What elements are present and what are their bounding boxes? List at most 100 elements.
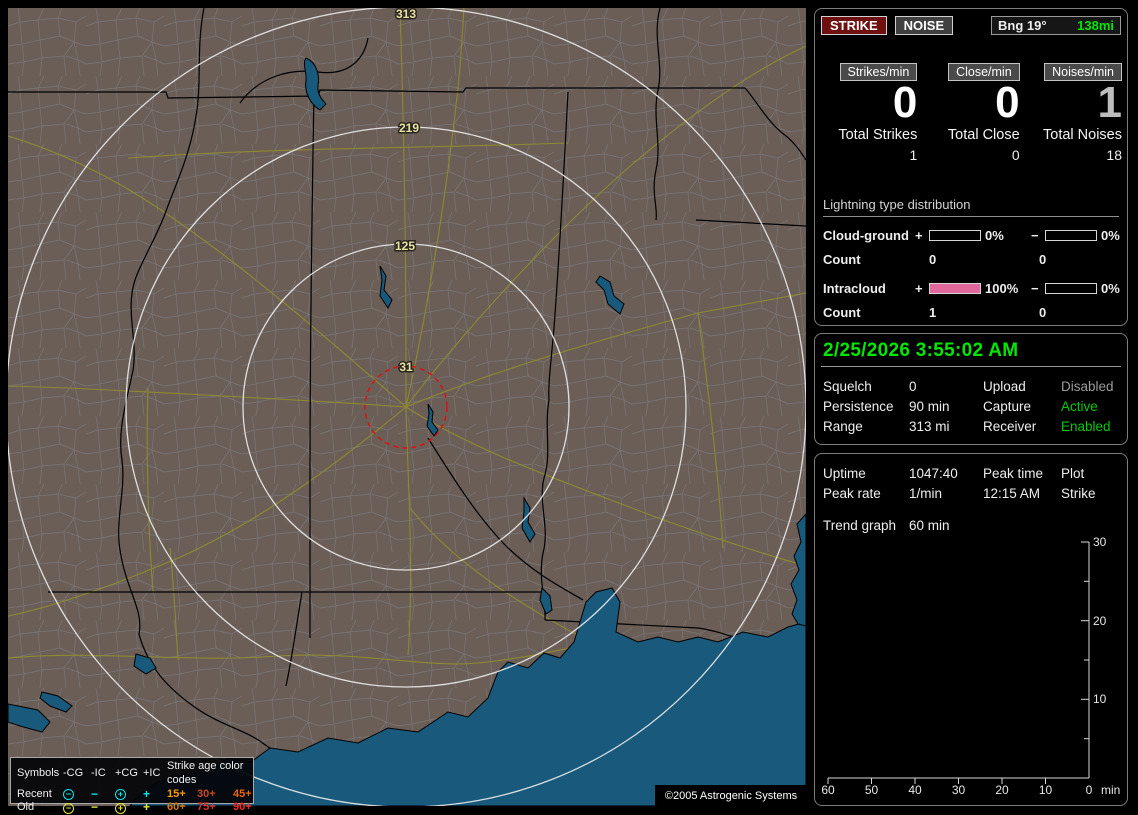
- ring-label-125: 125: [395, 239, 415, 253]
- legend-neg-cg-header: -CG: [63, 766, 84, 779]
- cg-plus-count: 0: [929, 251, 937, 267]
- stormvue-app: { "colors": { "accent_green": "#00e800",…: [0, 0, 1138, 814]
- old-neg-cg-icon: −: [63, 802, 91, 814]
- cloud-ground-label: Cloud-ground: [823, 228, 909, 243]
- strikes-counter: Strikes/min 0 Total Strikes 1: [815, 63, 918, 163]
- legend-recent-row: Recent − − + + 15+ 30+ 45+: [17, 786, 252, 802]
- x-tick-10: 10: [1039, 783, 1053, 797]
- minus-sign: −: [1031, 228, 1039, 243]
- count-label: Count: [823, 251, 861, 267]
- persistence-label: Persistence: [823, 398, 894, 414]
- close-per-min-value: 0: [995, 78, 1020, 127]
- receiver-status: Enabled: [1061, 418, 1111, 434]
- intracloud-count-row: Count 1 0: [823, 300, 1119, 324]
- cloud-ground-row: Cloud-ground + 0% − 0%: [823, 224, 1120, 247]
- datetime-display: 2/25/2026 3:55:02 AM: [823, 340, 1019, 361]
- trend-graph-label: Trend graph: [823, 517, 897, 533]
- total-close-label: Total Close: [947, 127, 1020, 143]
- cg-minus-percent: 0%: [1101, 228, 1120, 243]
- plus-sign: +: [915, 228, 923, 243]
- persistence-value: 90 min: [909, 398, 950, 414]
- map-canvas: 313 219 125 31: [8, 8, 806, 806]
- ic-minus-count: 0: [1039, 304, 1047, 320]
- recent-pos-cg-icon: +: [115, 788, 143, 800]
- uptime-value: 1047:40: [909, 465, 958, 481]
- uptime-label: Uptime: [823, 465, 866, 481]
- range-row: Range 313 mi Receiver Enabled: [823, 416, 1119, 436]
- legend-recent-label: Recent: [17, 787, 52, 800]
- old-pos-cg-icon: +: [115, 802, 143, 814]
- legend-old-label: Old: [17, 801, 35, 814]
- intracloud-label: Intracloud: [823, 281, 886, 296]
- trend-graph-value: 60 min: [909, 517, 950, 533]
- distribution-title: Lightning type distribution: [823, 197, 1119, 217]
- lightning-type-distribution: Lightning type distribution Cloud-ground…: [815, 197, 1127, 324]
- ring-label-313: 313: [396, 8, 416, 21]
- age-60: 60+: [167, 801, 186, 814]
- y-tick-10: 10: [1093, 692, 1107, 706]
- bearing-value: Bng 19°: [998, 18, 1047, 33]
- intracloud-row: Intracloud + 100% − 0%: [823, 277, 1120, 300]
- x-axis-unit: min: [1101, 783, 1120, 797]
- x-tick-40: 40: [908, 783, 922, 797]
- strikes-per-min-value: 0: [892, 78, 918, 127]
- counters-panel: STRIKE NOISE Bng 19° 138mi Strikes/min 0…: [814, 8, 1128, 326]
- recent-pos-ic-icon: +: [143, 786, 151, 801]
- legend-symbols-header: Symbols: [17, 766, 60, 779]
- peak-rate-value: 1/min: [909, 485, 943, 501]
- cg-plus-percent: 0%: [985, 228, 1004, 243]
- strike-trend-chart: 30 20 10 60 50 40 30 20 10 0 min: [821, 535, 1120, 797]
- lightning-map: 313 219 125 31 Symbols -CG -IC +CG +IC S…: [8, 8, 807, 814]
- y-tick-20: 20: [1093, 614, 1107, 628]
- rate-counters: Strikes/min 0 Total Strikes 1 Close/min …: [815, 63, 1127, 163]
- range-value: 313 mi: [909, 418, 950, 434]
- peak-time-value: 12:15 AM: [983, 485, 1041, 501]
- x-tick-60: 60: [821, 783, 835, 797]
- old-neg-ic-icon: −: [91, 800, 99, 815]
- noises-per-min-value: 1: [1097, 78, 1122, 127]
- cloud-ground-count-row: Count 0 0: [823, 247, 1119, 271]
- ring-label-219: 219: [399, 121, 419, 135]
- range-label: Range: [823, 418, 863, 434]
- status-panel: 2/25/2026 3:55:02 AM Squelch 0 Upload Di…: [814, 333, 1128, 445]
- age-15: 15+: [167, 787, 186, 800]
- legend-pos-cg-header: +CG: [115, 766, 138, 779]
- ic-minus-bar: [1045, 283, 1097, 294]
- age-30: 30+: [197, 787, 216, 800]
- distance-value: 138mi: [1077, 18, 1114, 33]
- plot-label: Plot: [1061, 465, 1085, 481]
- ic-plus-count: 1: [929, 304, 937, 320]
- trend-panel: Uptime 1047:40 Peak time Plot Peak rate …: [814, 453, 1128, 806]
- total-strikes-value: 1: [909, 147, 918, 163]
- x-tick-20: 20: [995, 783, 1009, 797]
- squelch-value: 0: [909, 378, 917, 394]
- map-legend: Symbols -CG -IC +CG +IC Strike age color…: [10, 757, 254, 814]
- noise-mode-button[interactable]: NOISE: [894, 16, 954, 35]
- squelch-row: Squelch 0 Upload Disabled: [823, 376, 1119, 396]
- ic-plus-bar: [929, 283, 981, 294]
- legend-pos-ic-header: +IC: [143, 766, 161, 779]
- age-75: 75+: [197, 801, 216, 814]
- ic-minus-percent: 0%: [1101, 281, 1120, 296]
- bearing-distance-readout: Bng 19° 138mi: [991, 16, 1121, 35]
- cg-minus-bar: [1045, 230, 1097, 241]
- plus-sign: +: [915, 281, 923, 296]
- upload-status: Disabled: [1061, 378, 1114, 394]
- strike-mode-button[interactable]: STRIKE: [821, 16, 887, 35]
- persistence-row: Persistence 90 min Capture Active: [823, 396, 1119, 416]
- age-45: 45+: [233, 787, 252, 800]
- capture-label: Capture: [983, 398, 1032, 414]
- recent-neg-ic-icon: −: [91, 786, 99, 801]
- close-counter: Close/min 0 Total Close 0: [917, 63, 1020, 163]
- peak-rate-label: Peak rate: [823, 485, 881, 501]
- receiver-label: Receiver: [983, 418, 1037, 434]
- upload-label: Upload: [983, 378, 1026, 394]
- capture-status: Active: [1061, 398, 1098, 414]
- cg-plus-bar: [929, 230, 981, 241]
- uptime-row: Uptime 1047:40 Peak time Plot: [823, 463, 1119, 483]
- total-close-value: 0: [1011, 147, 1020, 163]
- x-tick-0: 0: [1086, 783, 1093, 797]
- squelch-label: Squelch: [823, 378, 872, 394]
- age-90: 90+: [233, 801, 252, 814]
- cg-minus-count: 0: [1039, 251, 1047, 267]
